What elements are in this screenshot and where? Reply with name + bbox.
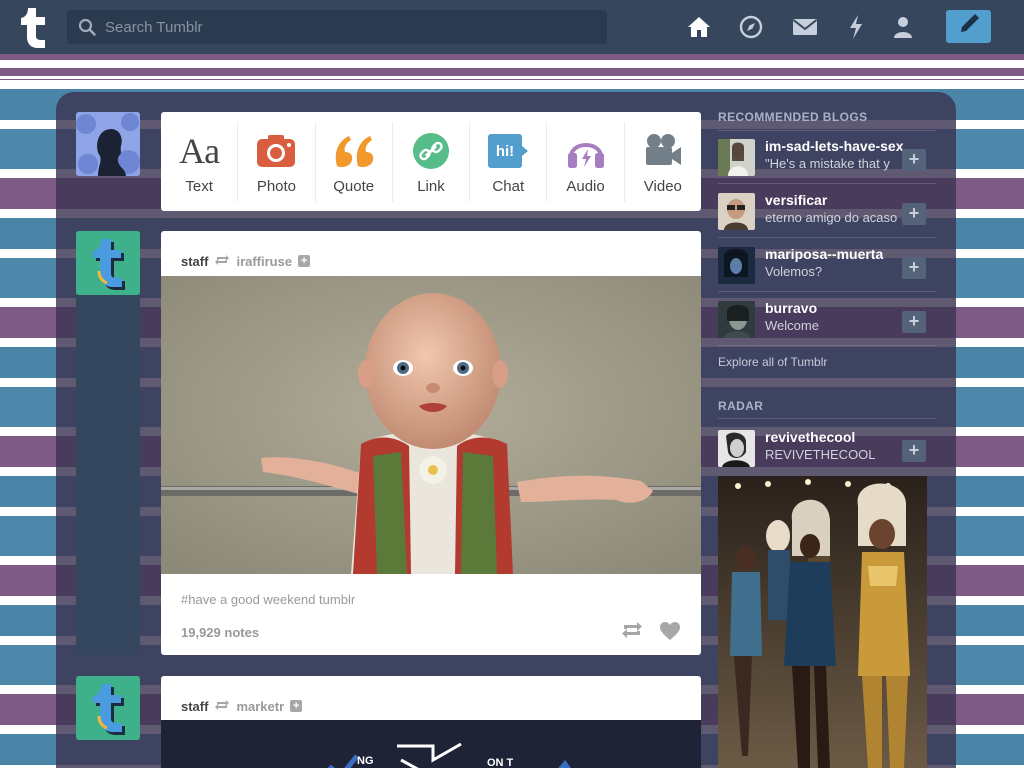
follow-plus-icon[interactable]: + bbox=[298, 255, 311, 267]
post-card-2: staff marketr + NG ON T bbox=[161, 676, 701, 768]
search-input[interactable] bbox=[105, 10, 595, 44]
divider bbox=[718, 418, 936, 419]
blog-name[interactable]: im-sad-lets-have-sex bbox=[765, 138, 905, 154]
blog-avatar[interactable] bbox=[718, 139, 755, 176]
blog-name[interactable]: mariposa--muerta bbox=[765, 246, 905, 262]
blog-name[interactable]: versificar bbox=[765, 192, 905, 208]
blog-title: Welcome bbox=[765, 318, 819, 333]
post-type-label: Photo bbox=[256, 177, 297, 195]
post-type-chat-button[interactable]: hi! Chat bbox=[470, 122, 548, 202]
post-type-label: Audio bbox=[566, 177, 605, 195]
blog-title: Volemos? bbox=[765, 264, 823, 279]
user-avatar[interactable] bbox=[76, 112, 140, 176]
follow-button[interactable]: + bbox=[902, 149, 926, 171]
blog-title: eterno amigo do acaso bbox=[765, 210, 898, 225]
reblog-small-icon bbox=[214, 699, 230, 714]
link-icon bbox=[412, 130, 450, 172]
divider bbox=[718, 183, 936, 184]
video-camera-icon bbox=[643, 130, 683, 172]
post-type-text-button[interactable]: Aa Text bbox=[161, 122, 239, 202]
post-type-label: Text bbox=[185, 177, 213, 195]
post2-image-text-1: NG bbox=[357, 755, 374, 767]
headphones-icon bbox=[566, 130, 606, 172]
follow-button[interactable]: + bbox=[902, 203, 926, 225]
blog-name[interactable]: burravo bbox=[765, 300, 905, 316]
post-type-label: Chat bbox=[492, 177, 525, 195]
post-type-bar: Aa Text Photo Quote Link hi! Chat Audio bbox=[161, 112, 701, 211]
explore-all-link[interactable]: Explore all of Tumblr bbox=[718, 355, 827, 369]
background-stripes bbox=[0, 54, 1024, 79]
top-bar bbox=[0, 0, 1024, 54]
post-photo[interactable] bbox=[161, 276, 701, 574]
post-type-audio-button[interactable]: Audio bbox=[547, 122, 625, 202]
search-box[interactable] bbox=[67, 10, 607, 44]
post-header: staff iraffiruse + bbox=[161, 231, 701, 276]
tumblr-logo-icon[interactable] bbox=[16, 6, 52, 48]
post-type-label: Link bbox=[417, 177, 445, 195]
post2-image-text-2: ON T bbox=[487, 757, 514, 768]
blog-avatar[interactable] bbox=[718, 301, 755, 338]
post-image-2[interactable]: NG ON T bbox=[161, 720, 701, 768]
blog-title: REVIVETHECOOL bbox=[765, 447, 876, 462]
pencil-icon bbox=[958, 13, 980, 40]
blog-title: "He's a mistake that y bbox=[765, 156, 890, 171]
reblog-small-icon bbox=[214, 254, 230, 269]
recommended-blog-item[interactable]: burravo Welcome + bbox=[718, 297, 926, 343]
post-type-photo-button[interactable]: Photo bbox=[238, 122, 316, 202]
post-card: staff iraffiruse + #have a good weekend … bbox=[161, 231, 701, 655]
post-type-video-button[interactable]: Video bbox=[625, 122, 701, 202]
post-notes-count[interactable]: 19,929 notes bbox=[181, 625, 259, 640]
radar-blog-item[interactable]: revivethecool REVIVETHECOOL + bbox=[718, 426, 926, 472]
svg-text:hi!: hi! bbox=[496, 143, 514, 160]
follow-button[interactable]: + bbox=[902, 311, 926, 333]
like-heart-icon[interactable] bbox=[659, 621, 681, 646]
reblogged-from-link[interactable]: iraffiruse bbox=[236, 254, 292, 269]
compose-button[interactable] bbox=[946, 10, 991, 43]
post-header: staff marketr + bbox=[161, 676, 701, 721]
radar-title: RADAR bbox=[718, 399, 764, 413]
activity-icon[interactable] bbox=[842, 13, 870, 41]
follow-button[interactable]: + bbox=[902, 257, 926, 279]
radar-post-image[interactable] bbox=[718, 476, 927, 768]
text-icon: Aa bbox=[179, 130, 220, 171]
divider bbox=[718, 237, 936, 238]
follow-button[interactable]: + bbox=[902, 440, 926, 462]
camera-icon bbox=[256, 130, 296, 172]
quote-icon bbox=[333, 130, 375, 172]
reblog-icon[interactable] bbox=[621, 621, 643, 646]
inbox-icon[interactable] bbox=[791, 13, 819, 41]
reblogged-from-link[interactable]: marketr bbox=[236, 699, 284, 714]
blog-avatar[interactable] bbox=[718, 247, 755, 284]
recommended-blog-item[interactable]: versificar eterno amigo do acaso + bbox=[718, 189, 926, 235]
recommended-blog-item[interactable]: mariposa--muerta Volemos? + bbox=[718, 243, 926, 289]
post-actions bbox=[621, 621, 681, 646]
staff-avatar-2[interactable] bbox=[76, 676, 140, 740]
recommended-blog-item[interactable]: im-sad-lets-have-sex "He's a mistake tha… bbox=[718, 135, 926, 181]
blog-avatar[interactable] bbox=[718, 430, 755, 467]
explore-icon[interactable] bbox=[737, 13, 765, 41]
search-icon bbox=[78, 18, 96, 36]
divider bbox=[718, 345, 936, 346]
staff-avatar[interactable] bbox=[76, 231, 140, 295]
post-author-link[interactable]: staff bbox=[181, 699, 208, 714]
recommended-blogs-title: RECOMMENDED BLOGS bbox=[718, 110, 868, 124]
account-icon[interactable] bbox=[889, 13, 917, 41]
post-type-link-button[interactable]: Link bbox=[393, 122, 471, 202]
divider bbox=[718, 291, 936, 292]
home-icon[interactable] bbox=[685, 13, 713, 41]
post-type-label: Quote bbox=[333, 177, 375, 195]
post-type-label: Video bbox=[643, 177, 682, 195]
blog-name[interactable]: revivethecool bbox=[765, 429, 905, 445]
blog-avatar[interactable] bbox=[718, 193, 755, 230]
chat-icon: hi! bbox=[487, 130, 529, 172]
divider bbox=[718, 130, 936, 131]
post-author-link[interactable]: staff bbox=[181, 254, 208, 269]
post-type-quote-button[interactable]: Quote bbox=[316, 122, 393, 202]
follow-plus-icon[interactable]: + bbox=[290, 700, 303, 712]
post-tags[interactable]: #have a good weekend tumblr bbox=[181, 592, 355, 607]
